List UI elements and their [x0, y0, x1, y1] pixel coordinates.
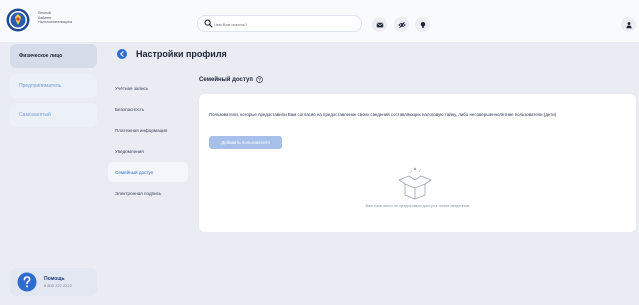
- subnav-item-account[interactable]: Учётная запись: [108, 78, 188, 98]
- search-input[interactable]: [214, 19, 354, 29]
- mail-icon: [376, 22, 383, 27]
- top-header: Личный Кабинет Налогоплательщика: [0, 0, 639, 42]
- lightbulb-icon: [420, 21, 425, 28]
- subnav-item-label: Платежная информация: [115, 127, 168, 133]
- search-bar[interactable]: [197, 15, 362, 32]
- subnav-item-payment-info[interactable]: Платежная информация: [108, 120, 188, 140]
- help-phone: 8 800 222 2222: [44, 283, 72, 288]
- nav-item-entrepreneur[interactable]: Предприниматель: [10, 74, 97, 98]
- user-icon: [625, 21, 632, 28]
- tips-button[interactable]: [415, 17, 430, 32]
- family-access-card: Пользователи, которые предоставили Вам с…: [199, 94, 636, 232]
- brand-name: Личный Кабинет Налогоплательщика: [38, 11, 98, 25]
- subnav-item-label: Уведомления: [115, 148, 144, 154]
- eye-off-icon: [397, 21, 406, 28]
- search-icon: [204, 19, 213, 28]
- messages-button[interactable]: [372, 17, 387, 32]
- empty-box-icon: [398, 167, 432, 200]
- nav-item-individual[interactable]: Физическое лицо: [10, 44, 97, 68]
- section-title: Семейный доступ: [199, 76, 263, 83]
- empty-state-text: Вам пока никто не предоставил доступ к с…: [365, 204, 470, 208]
- info-icon[interactable]: [256, 76, 263, 83]
- back-arrow-icon[interactable]: [117, 49, 127, 59]
- family-access-description: Пользователи, которые предоставили Вам с…: [209, 112, 557, 117]
- subnav-item-label: Семейный доступ: [115, 169, 154, 175]
- help-card[interactable]: Помощь 8 800 222 2222: [10, 268, 97, 296]
- nav-item-label: Предприниматель: [19, 83, 62, 89]
- nav-item-label: Самозанятый: [19, 112, 51, 118]
- hide-data-button[interactable]: [394, 17, 409, 32]
- subnav-item-family-access[interactable]: Семейный доступ: [108, 162, 188, 182]
- help-icon: [17, 272, 37, 292]
- page-title: Настройки профиля: [136, 49, 227, 59]
- help-title: Помощь: [44, 276, 65, 282]
- page-header: Настройки профиля: [117, 47, 227, 61]
- subnav-item-notifications[interactable]: Уведомления: [108, 141, 188, 161]
- brand-line: Налогоплательщика: [38, 20, 72, 25]
- fns-emblem-logo[interactable]: [6, 8, 30, 32]
- nav-item-self-employed[interactable]: Самозанятый: [10, 103, 97, 127]
- subnav-item-e-signature[interactable]: Электронная подпись: [108, 183, 188, 203]
- section-title-text: Семейный доступ: [199, 76, 253, 83]
- subnav-item-label: Учётная запись: [115, 85, 149, 91]
- profile-button[interactable]: [621, 17, 636, 32]
- add-user-button[interactable]: Добавить пользователя: [209, 136, 282, 149]
- nav-item-label: Физическое лицо: [19, 53, 63, 59]
- subnav-item-security[interactable]: Безопасность: [108, 99, 188, 119]
- subnav-item-label: Безопасность: [115, 106, 145, 112]
- subnav-item-label: Электронная подпись: [115, 190, 162, 196]
